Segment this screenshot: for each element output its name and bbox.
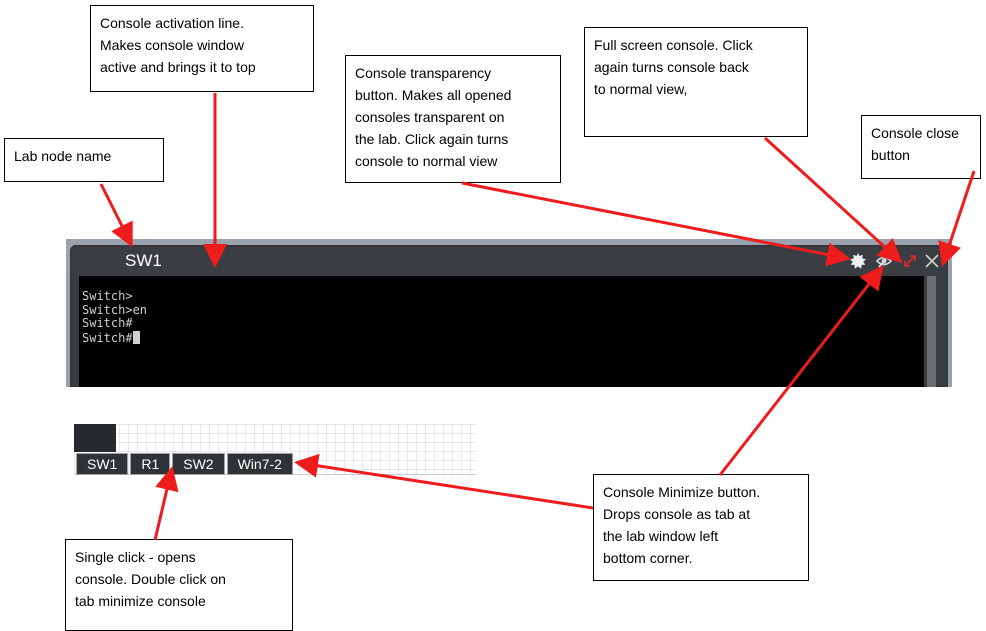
console-tab-r1[interactable]: R1 bbox=[130, 453, 171, 475]
callout-text: again turns console back bbox=[594, 59, 749, 75]
lab-node-block bbox=[74, 424, 116, 452]
console-scrollbar[interactable] bbox=[927, 276, 936, 387]
callout-text: Single click - opens bbox=[75, 549, 196, 565]
callout-minimize: Console Minimize button. Drops console a… bbox=[593, 474, 809, 581]
console-terminal[interactable]: Switch> Switch>en Switch# Switch# bbox=[79, 276, 924, 387]
terminal-cursor bbox=[132, 330, 140, 344]
terminal-prompt: Switch# bbox=[82, 330, 133, 345]
callout-text: consoles transparent on bbox=[355, 109, 505, 125]
callout-text: console. Double click on bbox=[75, 571, 226, 587]
callout-text: Full screen console. Click bbox=[594, 37, 753, 53]
expand-icon[interactable] bbox=[902, 253, 918, 269]
callout-text: console to normal view bbox=[355, 153, 498, 169]
callout-close: Console close button bbox=[861, 115, 981, 179]
callout-text: active and brings it to top bbox=[100, 59, 256, 75]
callout-text: tab minimize console bbox=[75, 593, 206, 609]
callout-fullscreen: Full screen console. Click again turns c… bbox=[584, 27, 808, 137]
callout-text: Makes console window bbox=[100, 37, 244, 53]
callout-text: Console Minimize button. bbox=[603, 484, 761, 500]
callout-text: the lab. Click again turns bbox=[355, 131, 509, 147]
arrow-node-name bbox=[99, 183, 133, 248]
callout-transparency: Console transparency button. Makes all o… bbox=[345, 55, 561, 183]
console-title: SW1 bbox=[125, 251, 162, 270]
callout-text: the lab window left bbox=[603, 528, 719, 544]
callout-text: button bbox=[871, 147, 910, 163]
callout-text: Console transparency bbox=[355, 65, 492, 81]
arrow-tab-click bbox=[153, 466, 179, 541]
callout-text: Console activation line. bbox=[100, 15, 244, 31]
callout-tab-click: Single click - opens console. Double cli… bbox=[65, 539, 293, 631]
callout-text: to normal view, bbox=[594, 81, 688, 97]
lab-canvas: SW1 R1 SW2 Win7-2 bbox=[74, 424, 476, 475]
terminal-line: Switch# bbox=[82, 316, 133, 330]
terminal-output: Switch> Switch>en Switch# Switch# bbox=[82, 289, 148, 346]
terminal-line: Switch> bbox=[82, 289, 133, 303]
console-window[interactable]: SW1 Switch> Switch>en Switch# Switch# bbox=[70, 245, 948, 387]
console-tab-bar: SW1 R1 SW2 Win7-2 bbox=[76, 453, 293, 475]
console-tab-sw2[interactable]: SW2 bbox=[172, 453, 225, 475]
close-icon[interactable] bbox=[924, 253, 940, 269]
console-tab-win7-2[interactable]: Win7-2 bbox=[226, 453, 293, 475]
callout-text: Drops console as tab at bbox=[603, 506, 751, 522]
gear-icon[interactable] bbox=[850, 253, 866, 269]
console-activation-line[interactable] bbox=[70, 245, 830, 273]
callout-text: Lab node name bbox=[14, 148, 112, 164]
callout-node-name: Lab node name bbox=[4, 138, 164, 182]
eye-slash-icon[interactable] bbox=[876, 253, 892, 269]
terminal-line: Switch>en bbox=[82, 302, 148, 317]
callout-text: button. Makes all opened bbox=[355, 87, 512, 103]
callout-activation-line: Console activation line. Makes console w… bbox=[90, 5, 314, 92]
terminal-line: Switch# bbox=[82, 330, 147, 346]
callout-text: bottom corner. bbox=[603, 550, 693, 566]
callout-text: Console close bbox=[871, 125, 959, 141]
console-tab-sw1[interactable]: SW1 bbox=[76, 453, 129, 475]
